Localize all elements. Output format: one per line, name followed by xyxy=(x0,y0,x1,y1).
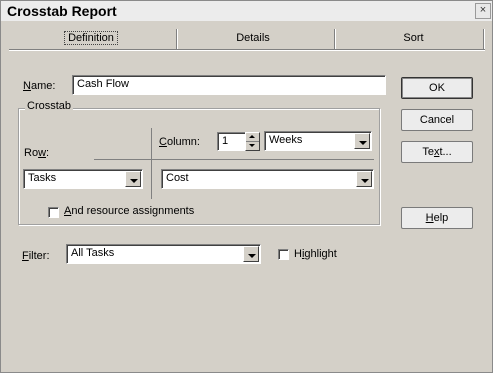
tab-separator xyxy=(176,29,177,49)
crosstab-divider-horizontal xyxy=(94,159,374,160)
chevron-down-icon[interactable] xyxy=(354,133,370,149)
name-label-text: ame: xyxy=(30,80,56,92)
name-label-accel: N xyxy=(23,80,31,92)
crosstab-group-title: Crosstab xyxy=(25,100,74,112)
column-count-value: 1 xyxy=(222,135,229,147)
tab-definition[interactable]: Definition xyxy=(31,27,151,49)
highlight-checkbox[interactable] xyxy=(278,249,289,260)
value-field-value: Cost xyxy=(166,172,189,184)
name-value: Cash Flow xyxy=(77,78,129,90)
column-unit-value: Weeks xyxy=(269,134,303,146)
assignments-checkbox[interactable] xyxy=(48,207,59,218)
cancel-button[interactable]: Cancel xyxy=(401,109,473,131)
spinner-divider xyxy=(246,141,259,142)
text-button-label-post: t... xyxy=(439,146,452,158)
value-field-select[interactable]: Cost xyxy=(161,169,374,189)
help-button-label-accel: H xyxy=(425,212,434,224)
tab-strip-highlight xyxy=(9,50,485,51)
chevron-down-icon[interactable] xyxy=(243,246,259,262)
highlight-label-pre: H xyxy=(294,248,302,260)
text-button-label-pre: Te xyxy=(422,146,434,158)
chevron-down-icon[interactable] xyxy=(125,171,141,187)
tab-sort[interactable]: Sort xyxy=(351,27,476,49)
crosstab-divider-vertical xyxy=(151,128,152,199)
chevron-down-icon[interactable] xyxy=(356,171,372,187)
tab-separator xyxy=(483,29,484,49)
spin-up-icon[interactable] xyxy=(249,135,255,138)
column-unit-select[interactable]: Weeks xyxy=(264,131,372,151)
tab-details-label: Details xyxy=(236,32,270,44)
column-label-accel: C xyxy=(159,136,167,148)
assignments-label: And resource assignments xyxy=(64,205,194,217)
title-bar: Crosstab Report × xyxy=(1,1,492,21)
window-title: Crosstab Report xyxy=(7,3,117,19)
column-label-text: olumn: xyxy=(166,136,200,148)
help-button-label-text: elp xyxy=(433,212,449,224)
close-icon[interactable]: × xyxy=(475,3,491,19)
tab-separator xyxy=(334,29,335,49)
assignments-label-text: nd resource assignments xyxy=(71,205,195,217)
row-field-select[interactable]: Tasks xyxy=(23,169,143,189)
help-button[interactable]: Help xyxy=(401,207,473,229)
crosstab-report-dialog: Crosstab Report × Definition Details Sor… xyxy=(0,0,493,373)
row-label-accel: w xyxy=(38,147,47,159)
row-field-value: Tasks xyxy=(28,172,57,184)
filter-value: All Tasks xyxy=(71,247,115,259)
row-label-post: : xyxy=(46,147,50,159)
tab-definition-label: Definition xyxy=(64,31,118,45)
filter-label-text: ilter: xyxy=(28,250,50,262)
row-label: Row: xyxy=(24,147,49,159)
highlight-label: Highlight xyxy=(294,248,337,260)
column-count-spinner[interactable] xyxy=(245,132,260,151)
tab-details[interactable]: Details xyxy=(193,27,313,49)
filter-label-accel: F xyxy=(22,250,29,262)
tab-sort-label: Sort xyxy=(403,32,424,44)
text-button[interactable]: Text... xyxy=(401,141,473,163)
filter-select[interactable]: All Tasks xyxy=(66,244,261,264)
name-label: Name: xyxy=(23,80,55,92)
column-label: Column: xyxy=(159,136,200,148)
row-label-pre: Ro xyxy=(24,147,39,159)
name-input[interactable]: Cash Flow xyxy=(72,75,386,95)
filter-label: Filter: xyxy=(22,250,50,262)
highlight-label-post: ghlight xyxy=(304,248,337,260)
ok-button[interactable]: OK xyxy=(401,77,473,99)
spin-down-icon[interactable] xyxy=(249,144,255,147)
column-count-input[interactable]: 1 xyxy=(217,132,246,151)
